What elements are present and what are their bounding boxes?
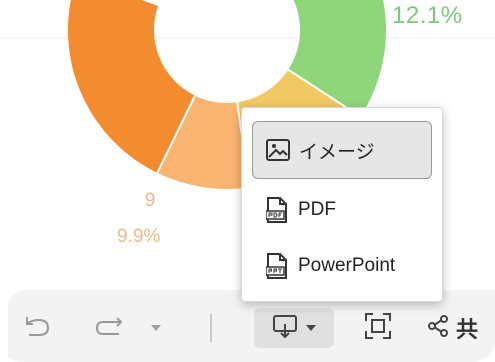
fullscreen-icon (363, 311, 393, 346)
share-icon (426, 314, 450, 343)
slice-percent-top: 12.1% (392, 2, 463, 29)
redo-icon (93, 314, 127, 343)
menu-item-pdf[interactable]: PDF (252, 186, 432, 234)
chevron-down-icon (305, 319, 317, 337)
download-icon (271, 312, 299, 345)
chevron-down-icon (150, 319, 162, 337)
menu-item-label: イメージ (299, 141, 375, 163)
undo-button[interactable] (16, 308, 56, 348)
toolbar-divider (210, 314, 212, 342)
undo-icon (21, 313, 51, 344)
pdf-file-icon (264, 197, 290, 223)
slice-percent-label: 9.9% (117, 226, 161, 247)
share-label: 共 (456, 317, 479, 342)
redo-button[interactable] (90, 308, 130, 348)
menu-item-label: PowerPoint (298, 255, 396, 276)
share-button[interactable]: 共 (426, 308, 495, 348)
download-button[interactable] (254, 308, 334, 348)
slice-value-label: 9 (144, 190, 156, 211)
ppt-file-icon (264, 253, 290, 279)
fullscreen-button[interactable] (358, 308, 398, 348)
screen-frame: 12.1% 9 9.9% 共 イメージ PDF PowerPoint (0, 0, 495, 362)
image-icon (265, 137, 291, 163)
menu-item-label: PDF (298, 199, 336, 220)
redo-dropdown-button[interactable] (144, 308, 168, 348)
download-menu: イメージ PDF PowerPoint (241, 107, 443, 302)
menu-item-powerpoint[interactable]: PowerPoint (252, 242, 432, 290)
menu-item-image[interactable]: イメージ (252, 121, 432, 179)
